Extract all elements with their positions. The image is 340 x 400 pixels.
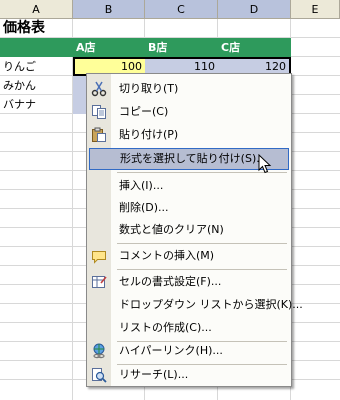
menu-item-label: 切り取り(T) (119, 82, 179, 95)
menu-item-label: コメントの挿入(M) (119, 249, 215, 262)
item-cell-banana[interactable]: バナナ (0, 95, 73, 114)
menu-item-paste[interactable]: 貼り付け(P) (87, 124, 291, 146)
column-header-e[interactable]: E (291, 0, 340, 19)
copy-icon (92, 105, 106, 119)
menu-item-label: ドロップダウン リストから選択(K)... (119, 298, 303, 311)
column-label: D (249, 3, 259, 16)
header-cell-c-store[interactable]: C店 (218, 38, 291, 57)
paste-icon (92, 127, 106, 142)
context-menu: 切り取り(T) コピー(C) 貼り付け(P) 形式を選択して貼り付け(S)...… (86, 73, 303, 387)
column-header-a[interactable]: A (0, 0, 73, 19)
column-label: C (177, 3, 185, 16)
column-header-d[interactable]: D (218, 0, 291, 19)
column-header-c[interactable]: C (145, 0, 218, 19)
header-cell-empty[interactable] (0, 38, 73, 57)
menu-item-cut[interactable]: 切り取り(T) (87, 78, 291, 100)
menu-item-label: リストの作成(C)... (119, 321, 212, 334)
item-cell-apple[interactable]: りんご (0, 57, 73, 76)
column-header-b[interactable]: B (73, 0, 145, 19)
column-label: B (104, 3, 113, 16)
menu-item-research[interactable]: リサーチ(L)... (87, 364, 291, 386)
selection-shade (73, 76, 87, 114)
menu-item-insert[interactable]: 挿入(I)... (87, 175, 291, 197)
menu-item-label: 形式を選択して貼り付け(S)... (120, 152, 267, 165)
menu-item-label: コピー(C) (119, 105, 169, 118)
column-label: A (32, 3, 40, 16)
menu-item-clear-contents[interactable]: 数式と値のクリア(N) (87, 219, 291, 241)
scissors-icon (91, 81, 107, 97)
mouse-cursor-icon (258, 154, 272, 174)
menu-item-insert-comment[interactable]: コメントの挿入(M) (87, 245, 291, 267)
hyperlink-icon (93, 343, 105, 359)
menu-item-pick-from-list[interactable]: ドロップダウン リストから選択(K)... (87, 294, 303, 316)
menu-separator (117, 243, 287, 244)
header-cell-b-store[interactable]: B店 (145, 38, 218, 57)
menu-item-label: 削除(D)... (119, 201, 169, 214)
research-icon (92, 368, 107, 383)
item-cell-mandarin[interactable]: みかん (0, 76, 73, 95)
menu-item-label: 貼り付け(P) (119, 128, 179, 141)
menu-separator (117, 269, 287, 270)
menu-item-format-cells[interactable]: セルの書式設定(F)... (87, 271, 291, 293)
menu-item-label: リサーチ(L)... (119, 368, 189, 381)
format-cells-icon (92, 276, 107, 288)
menu-item-label: セルの書式設定(F)... (119, 275, 222, 288)
menu-item-hyperlink[interactable]: ハイパーリンク(H)... (87, 340, 291, 362)
comment-icon (92, 251, 106, 264)
menu-item-label: ハイパーリンク(H)... (119, 344, 223, 357)
menu-item-delete[interactable]: 削除(D)... (87, 197, 291, 219)
menu-item-label: 挿入(I)... (119, 179, 164, 192)
column-label: E (311, 3, 319, 16)
menu-item-label: 数式と値のクリア(N) (119, 223, 224, 236)
header-cell-a-store[interactable]: A店 (73, 38, 145, 57)
sheet-title-cell[interactable]: 価格表 (0, 19, 140, 38)
menu-item-copy[interactable]: コピー(C) (87, 101, 291, 123)
menu-item-create-list[interactable]: リストの作成(C)... (87, 317, 291, 339)
